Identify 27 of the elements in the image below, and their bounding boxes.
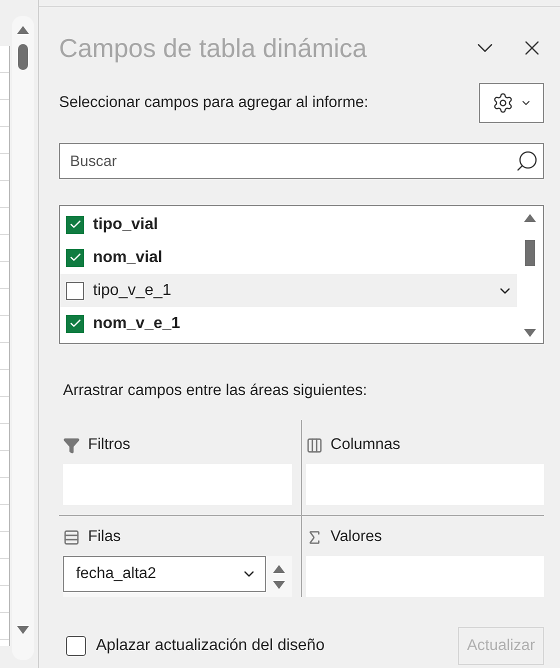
- area-label: Filtros: [88, 436, 130, 454]
- columns-icon: [306, 436, 322, 454]
- checkbox[interactable]: [66, 636, 86, 656]
- areas-instruction: Arrastrar campos entre las áreas siguientes:: [63, 382, 368, 400]
- check-icon: [68, 251, 82, 264]
- settings-button[interactable]: [479, 83, 544, 123]
- checkbox[interactable]: [66, 314, 84, 332]
- search-icon: [515, 149, 539, 173]
- check-icon: [68, 317, 82, 330]
- rows-icon: [63, 528, 80, 546]
- area-label: Valores: [330, 528, 382, 546]
- field-row[interactable]: tipo_v_e_1: [60, 274, 517, 307]
- vertical-scrollbar[interactable]: [12, 16, 34, 660]
- pane-title: Campos de tabla dinámica: [59, 32, 368, 64]
- filter-icon: [63, 436, 80, 454]
- area-label: Columnas: [330, 436, 400, 454]
- checkbox-label: Aplazar actualización del diseño: [96, 637, 326, 655]
- area-label: Filas: [88, 528, 121, 546]
- checkbox[interactable]: [66, 216, 84, 234]
- checkbox[interactable]: [66, 282, 84, 300]
- settings-icon: [492, 92, 514, 114]
- instruction-text: Seleccionar campos para agregar al informe:: [59, 94, 368, 112]
- check-icon: [68, 218, 82, 231]
- field-dropdown[interactable]: fecha_alta2: [63, 556, 266, 592]
- search-input[interactable]: Buscar: [68, 152, 515, 170]
- search-field[interactable]: Buscar: [59, 143, 544, 179]
- checkbox[interactable]: [66, 248, 84, 266]
